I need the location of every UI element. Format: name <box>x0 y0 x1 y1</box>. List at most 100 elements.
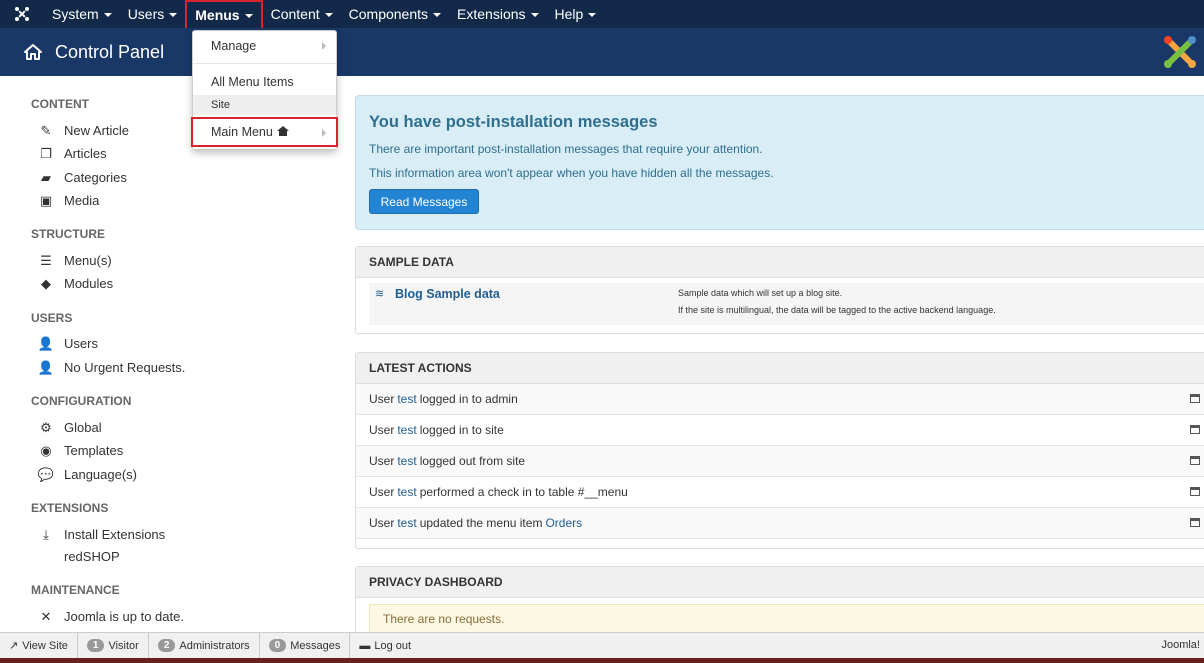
sidebar-item-users[interactable]: 👤 Users <box>38 336 98 352</box>
joomla-brand-logo <box>1162 34 1198 70</box>
action-text: logged out from site <box>419 454 526 468</box>
details-icon[interactable] <box>1190 518 1200 527</box>
nav-system-label: System <box>52 6 99 22</box>
sidebar-heading-content: CONTENT <box>31 97 89 111</box>
visitors-status[interactable]: 1 Visitor <box>78 632 149 659</box>
sidebar-item-label: No Urgent Requests. <box>64 360 186 375</box>
messages-status[interactable]: 0 Messages <box>260 632 351 659</box>
action-item-link[interactable]: Orders <box>545 516 582 530</box>
sidebar-item-modules[interactable]: ◆ Modules <box>38 276 114 292</box>
sidebar-item-languages[interactable]: 💬 Language(s) <box>38 467 137 483</box>
sidebar: CONTENT ✎ New Article ❐ Articles ▰ Categori… <box>0 76 340 632</box>
sidebar-item-media[interactable]: ▣ Media <box>38 192 100 209</box>
action-user-link[interactable]: test <box>397 423 416 437</box>
messages-label: Messages <box>290 639 341 652</box>
caret-down-icon <box>324 13 333 17</box>
menus-dropdown: Manage All Menu Items Site Main Menu <box>191 30 338 150</box>
status-bar: ↗ View Site 1 Visitor 2 Administrators 0 Mes… <box>0 632 1204 659</box>
action-prefix: User <box>369 485 395 499</box>
details-icon[interactable] <box>1190 456 1200 465</box>
visitors-label: Visitor <box>108 639 139 652</box>
postinstall-title: You have post-installation messages <box>369 113 658 131</box>
sidebar-heading-configuration: CONFIGURATION <box>31 394 132 408</box>
gear-icon: ⚙ <box>40 419 52 435</box>
details-icon[interactable] <box>1190 487 1200 496</box>
sample-data-desc-1: Sample data which will set up a blog sit… <box>678 288 843 298</box>
nav-users[interactable]: Users <box>120 0 186 28</box>
sidebar-item-articles[interactable]: ❐ Articles <box>38 146 107 162</box>
admins-label: Administrators <box>179 639 250 652</box>
caret-down-icon <box>169 13 178 17</box>
joomla-icon: ✕ <box>40 608 52 624</box>
latest-actions-list: User test logged in to admin User test l… <box>356 384 1204 539</box>
sidebar-item-joomla-status[interactable]: ✕ Joomla is up to date. <box>38 608 184 625</box>
action-prefix: User <box>369 392 395 406</box>
latest-actions-heading: LATEST ACTIONS <box>356 353 1204 384</box>
nav-menus[interactable]: Menus <box>185 0 263 30</box>
nav-content[interactable]: Content <box>263 0 341 28</box>
admins-badge: 2 <box>157 639 176 652</box>
page-header: Control Panel <box>0 28 1204 76</box>
sidebar-heading-users: USERS <box>31 311 73 325</box>
joomla-logo-icon[interactable] <box>0 0 44 28</box>
details-icon[interactable] <box>1190 394 1200 403</box>
chevron-right-icon <box>322 129 326 137</box>
sidebar-item-label: Menu(s) <box>64 253 112 268</box>
nav-content-label: Content <box>270 6 320 22</box>
sidebar-item-new-article[interactable]: ✎ New Article <box>38 123 129 139</box>
sidebar-item-label: Joomla is up to date. <box>64 609 184 624</box>
image-icon: ▣ <box>39 192 53 208</box>
sidebar-item-label: Articles <box>64 146 107 161</box>
table-row: User test performed a check in to table … <box>356 477 1204 508</box>
sidebar-item-label: Install Extensions <box>64 527 166 542</box>
postinstall-alert: You have post-installation messages Ther… <box>355 95 1204 230</box>
sidebar-heading-maintenance: MAINTENANCE <box>31 583 120 597</box>
sidebar-item-label: Users <box>64 336 98 351</box>
table-row: User test logged in to site <box>356 415 1204 446</box>
top-navbar: System Users Menus Content Components Ex… <box>0 0 1204 30</box>
read-messages-button[interactable]: Read Messages <box>369 189 479 214</box>
menu-item-all-label: All Menu Items <box>211 74 294 89</box>
table-row: User test logged in to admin <box>356 384 1204 415</box>
nav-system[interactable]: System <box>44 0 120 28</box>
page-title: Control Panel <box>55 41 165 62</box>
sidebar-item-templates[interactable]: ◉ Templates <box>38 442 123 459</box>
action-user-link[interactable]: test <box>397 516 416 530</box>
sidebar-item-install[interactable]: ⤓ Install Extensions <box>38 527 166 543</box>
administrators-status[interactable]: 2 Administrators <box>149 632 260 659</box>
menu-item-manage-label: Manage <box>211 38 257 53</box>
action-user-link[interactable]: test <box>397 392 416 406</box>
dropdown-divider <box>193 63 336 64</box>
home-icon <box>276 125 289 139</box>
sidebar-item-requests[interactable]: 👤 No Urgent Requests. <box>38 360 186 376</box>
sidebar-item-menus[interactable]: ☰ Menu(s) <box>38 253 112 269</box>
details-icon[interactable] <box>1190 425 1200 434</box>
latest-actions-panel: LATEST ACTIONS User test logged in to ad… <box>355 352 1204 549</box>
sidebar-item-label: Modules <box>64 276 114 291</box>
action-text: logged in to admin <box>419 392 518 406</box>
menu-item-main-menu[interactable]: Main Menu <box>191 117 338 147</box>
wifi-icon: ≋ <box>375 288 385 300</box>
sidebar-item-global[interactable]: ⚙ Global <box>38 419 101 436</box>
nav-help-label: Help <box>554 6 584 22</box>
logout-label: Log out <box>374 639 412 652</box>
sidebar-item-redshop[interactable]: redSHOP <box>64 549 120 564</box>
sidebar-item-categories[interactable]: ▰ Categories <box>38 170 127 186</box>
nav-extensions[interactable]: Extensions <box>449 0 546 28</box>
nav-help[interactable]: Help <box>547 0 605 28</box>
dropdown-header-site: Site <box>193 95 336 115</box>
sidebar-item-label: Language(s) <box>64 467 137 482</box>
nav-components[interactable]: Components <box>341 0 449 28</box>
eye-icon: ◉ <box>40 442 52 458</box>
menu-item-all-menu-items[interactable]: All Menu Items <box>193 68 336 95</box>
action-user-link[interactable]: test <box>397 485 416 499</box>
logout-link[interactable]: ▬ Log out <box>350 633 420 659</box>
action-text: updated the menu item <box>419 516 543 530</box>
menu-item-manage[interactable]: Manage <box>193 32 336 59</box>
view-site-link[interactable]: ↗ View Site <box>0 632 78 659</box>
sidebar-item-label: redSHOP <box>64 549 120 564</box>
blog-sample-data-link[interactable]: Blog Sample data <box>395 287 500 301</box>
home-icon <box>22 41 44 63</box>
action-user-link[interactable]: test <box>397 454 416 468</box>
nav-components-label: Components <box>348 6 429 22</box>
